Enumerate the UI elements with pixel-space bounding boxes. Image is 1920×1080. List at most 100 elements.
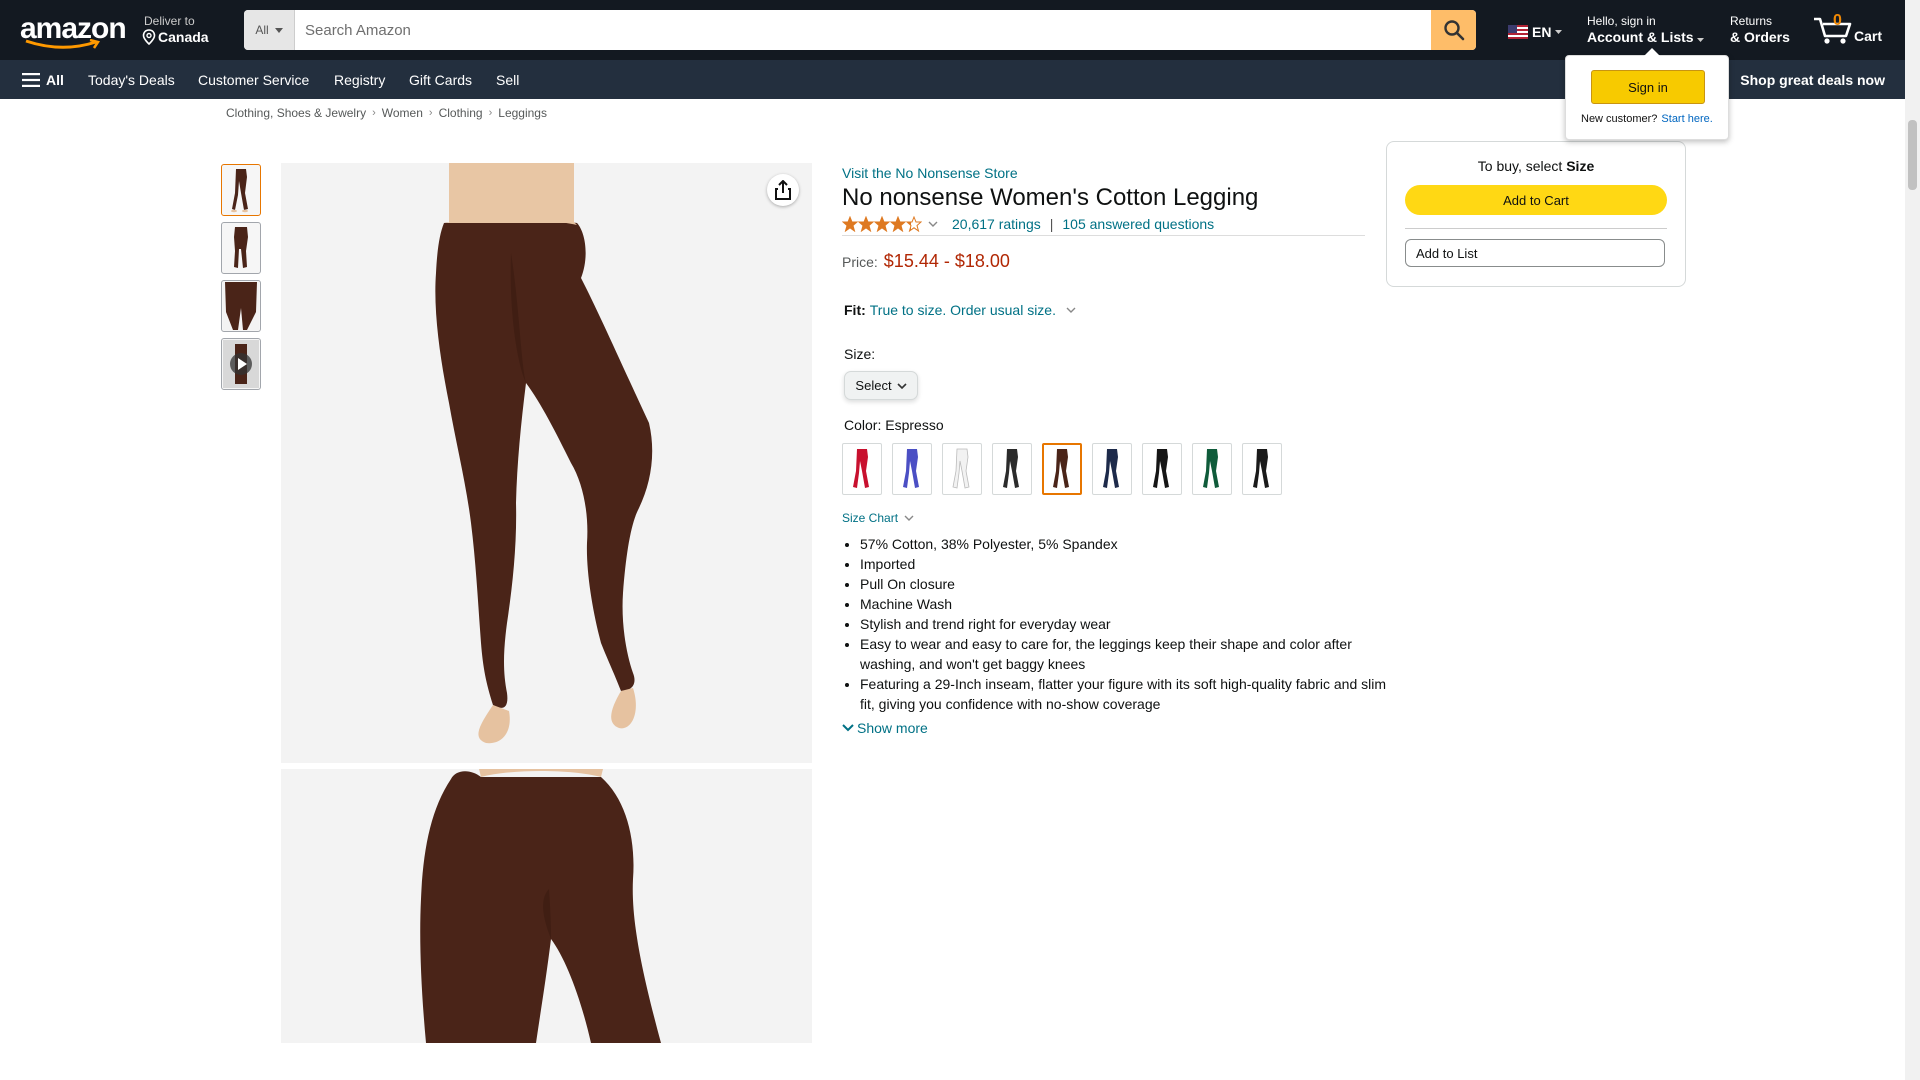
size-chart-label: Size Chart [842,511,899,525]
show-more-link[interactable]: Show more [842,720,928,736]
leggings-swatch-icon [952,448,970,489]
all-menu-label: All [46,72,64,88]
account-greeting: Hello, sign in [1587,14,1656,28]
search-category-label: All [255,23,269,37]
search-bar: All [244,10,1476,50]
store-link[interactable]: Visit the No Nonsense Store [842,165,1018,181]
us-flag-icon [1508,25,1528,39]
color-swatch[interactable] [992,443,1032,495]
search-input[interactable] [295,10,1431,50]
color-swatch[interactable] [842,443,882,495]
secondary-product-image[interactable] [281,769,812,1043]
color-swatch[interactable] [1042,443,1082,495]
price-value: $15.44 - $18.00 [883,251,1010,271]
language-label: EN [1532,24,1552,40]
breadcrumb-item[interactable]: Leggings [498,106,547,120]
deliver-location: Canada [158,29,209,45]
amazon-logo[interactable]: amazon [20,14,127,49]
feature-bullet: Imported [860,554,1390,574]
account-and-lists[interactable]: Hello, sign in Account & Lists [1587,14,1705,46]
all-menu-button[interactable]: All [22,71,64,89]
deliver-to[interactable]: Deliver to Canada [142,14,209,46]
product-title: No nonsense Women's Cotton Legging [842,184,1259,211]
product-thumbnail[interactable] [221,164,261,216]
to-buy-prefix: To buy, select [1477,158,1567,174]
signin-button[interactable]: Sign in [1591,70,1705,104]
breadcrumb: Clothing, Shoes & Jewelry › Women › Clot… [226,106,547,120]
nav-registry[interactable]: Registry [334,71,385,89]
caret-down-icon [1555,30,1563,34]
scrollbar-thumb[interactable] [1908,120,1917,190]
leggings-swatch-icon [1253,449,1269,488]
cart-button[interactable]: 0 Cart [1812,10,1892,50]
leggings-swatch-icon [1103,449,1119,488]
color-value: Espresso [885,417,944,433]
nav-customer-service[interactable]: Customer Service [198,71,309,89]
leggings-back-thumbnail-image [234,227,248,268]
leggings-thumbnail-image [231,169,248,213]
page-scrollbar[interactable] [1905,0,1920,1080]
show-more-label: Show more [857,720,928,736]
nav-promo-link[interactable]: Shop great deals now [1740,71,1885,89]
to-buy-bold: Size [1566,158,1595,174]
main-product-image[interactable] [281,163,812,763]
share-button[interactable] [767,174,799,206]
product-thumbnail[interactable] [221,222,261,274]
fit-row: Fit: True to size. Order usual size. [844,302,1076,318]
color-row: Color: Espresso [844,417,944,433]
logo-smile-icon [25,39,101,49]
divider [1405,228,1667,229]
leggings-swatch-icon [1153,449,1169,488]
color-swatch[interactable] [1192,443,1232,495]
color-swatch[interactable] [1092,443,1132,495]
breadcrumb-item[interactable]: Clothing [439,106,483,120]
search-submit-button[interactable] [1431,10,1476,50]
feature-bullet: Featuring a 29-Inch inseam, flatter your… [860,674,1390,714]
color-swatch[interactable] [892,443,932,495]
returns-and-orders[interactable]: Returns & Orders [1730,14,1790,46]
leggings-swatch-icon [903,449,919,488]
hamburger-menu-icon [22,73,40,87]
cart-count: 0 [1833,12,1842,29]
leggings-closeup-thumbnail-image [223,282,259,330]
answered-questions-link[interactable]: 105 answered questions [1062,216,1214,232]
deliver-location-row: Canada [142,28,209,46]
feature-bullet: Stylish and trend right for everyday wea… [860,614,1390,634]
caret-down-icon [1697,38,1705,42]
start-here-link[interactable]: Start here. [1661,113,1712,125]
price-row: Price: $15.44 - $18.00 [842,251,1010,272]
leggings-swatch-icon [1003,449,1019,488]
search-category-dropdown[interactable]: All [244,10,295,50]
chevron-down-icon[interactable] [1066,307,1076,313]
rating-stars-icon[interactable] [842,216,922,232]
breadcrumb-separator-icon: › [428,107,433,119]
color-swatch[interactable] [1242,443,1282,495]
orders-label: & Orders [1730,29,1790,45]
location-pin-icon [142,29,156,45]
chevron-down-icon[interactable] [928,221,938,227]
buy-box: To buy, select Size Add to Cart Add to L… [1386,141,1686,287]
breadcrumb-item[interactable]: Clothing, Shoes & Jewelry [226,106,366,120]
add-to-cart-button[interactable]: Add to Cart [1405,185,1667,215]
play-video-icon [223,340,259,388]
fit-value-link[interactable]: True to size. Order usual size. [870,302,1056,318]
breadcrumb-item[interactable]: Women [382,106,423,120]
caret-down-icon [274,27,283,33]
color-swatch[interactable] [1142,443,1182,495]
chevron-down-icon [896,382,907,389]
language-selector[interactable]: EN [1508,24,1563,40]
size-select-dropdown[interactable]: Select [844,371,918,400]
ratings-count-link[interactable]: 20,617 ratings [952,216,1041,232]
product-video-thumbnail[interactable] [221,338,261,390]
size-chart-link[interactable]: Size Chart [842,511,914,525]
leggings-front-image [435,163,653,744]
leggings-back-image [420,769,661,1043]
nav-gift-cards[interactable]: Gift Cards [409,71,472,89]
add-to-list-button[interactable]: Add to List [1405,239,1665,267]
nav-sell[interactable]: Sell [496,71,519,89]
account-label-row: Account & Lists [1587,28,1705,46]
feature-bullet: Pull On closure [860,574,1390,594]
product-thumbnail[interactable] [221,280,261,332]
nav-todays-deals[interactable]: Today's Deals [88,71,175,89]
color-swatch[interactable] [942,443,982,495]
